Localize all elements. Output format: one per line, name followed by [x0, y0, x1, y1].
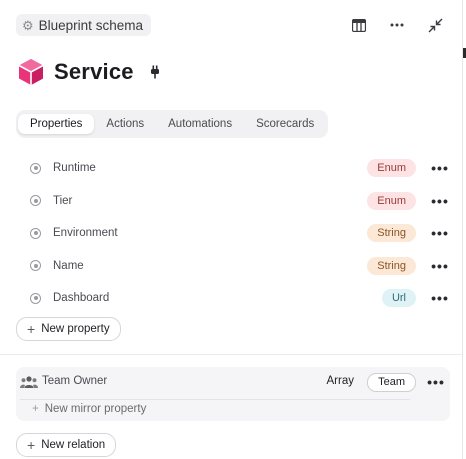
more-icon[interactable]: ••• [430, 257, 450, 275]
tab-actions[interactable]: Actions [94, 114, 156, 134]
new-property-label: New property [41, 323, 110, 335]
blueprint-schema-chip[interactable]: ⚙ Blueprint schema [16, 14, 151, 36]
blueprint-tabs: Properties Actions Automations Scorecard… [16, 110, 329, 138]
property-dot-icon [30, 227, 41, 239]
property-dot-icon [30, 162, 41, 174]
plus-icon: + [32, 403, 39, 415]
relation-divider [20, 399, 410, 400]
property-row-name[interactable]: Name String ••• [24, 250, 450, 283]
relation-target-badge[interactable]: Team [367, 373, 416, 392]
new-property-button[interactable]: + New property [16, 317, 121, 341]
more-options-icon[interactable] [388, 16, 406, 34]
property-row-environment[interactable]: Environment String ••• [24, 217, 450, 250]
new-mirror-property-button[interactable]: + New mirror property [32, 403, 146, 415]
property-name: Dashboard [53, 292, 110, 305]
new-relation-button[interactable]: + New relation [16, 433, 117, 457]
plus-icon: + [27, 437, 36, 453]
property-dot-icon [30, 260, 41, 272]
panel-edge [462, 0, 463, 459]
relation-kind: Array [326, 375, 354, 387]
section-divider [0, 354, 462, 355]
property-type-badge: Enum [367, 191, 416, 210]
more-icon[interactable]: ••• [430, 159, 450, 177]
property-name: Tier [53, 194, 73, 207]
gear-icon: ⚙ [22, 17, 34, 33]
more-icon[interactable]: ••• [430, 289, 450, 307]
table-view-icon[interactable] [350, 16, 368, 34]
property-row-runtime[interactable]: Runtime Enum ••• [24, 152, 450, 185]
page-title: Service [54, 59, 134, 84]
property-row-dashboard[interactable]: Dashboard Url ••• [24, 282, 450, 315]
collapse-icon[interactable] [426, 16, 444, 34]
property-name: Runtime [53, 162, 96, 175]
relation-row[interactable]: Team Owner Array Team ••• [16, 367, 450, 397]
property-list: Runtime Enum ••• Tier Enum ••• Environme… [24, 152, 450, 315]
more-icon[interactable]: ••• [426, 373, 446, 391]
property-type-badge: Enum [367, 159, 416, 178]
more-icon[interactable]: ••• [430, 224, 450, 242]
property-name: Name [53, 259, 84, 272]
blueprint-schema-label: Blueprint schema [38, 17, 143, 33]
blueprint-title-row: Service [18, 58, 162, 86]
property-type-badge: String [367, 224, 416, 243]
property-name: Environment [53, 227, 118, 240]
tab-automations[interactable]: Automations [156, 114, 244, 134]
header-actions [350, 16, 444, 34]
team-icon [20, 376, 38, 388]
tab-scorecards[interactable]: Scorecards [244, 114, 326, 134]
plus-icon: + [27, 321, 36, 337]
property-type-badge: Url [381, 289, 416, 308]
property-dot-icon [30, 292, 41, 304]
new-relation-label: New relation [41, 439, 106, 451]
property-dot-icon [30, 195, 41, 207]
cube-icon [18, 59, 44, 85]
new-mirror-property-label: New mirror property [44, 403, 147, 415]
plug-icon[interactable] [148, 65, 162, 79]
relation-name: Team Owner [42, 375, 108, 387]
tab-properties[interactable]: Properties [18, 114, 95, 134]
more-icon[interactable]: ••• [430, 192, 450, 210]
property-row-tier[interactable]: Tier Enum ••• [24, 185, 450, 218]
property-type-badge: String [367, 256, 416, 275]
relation-card: Team Owner Array Team ••• + New mirror p… [16, 367, 450, 421]
